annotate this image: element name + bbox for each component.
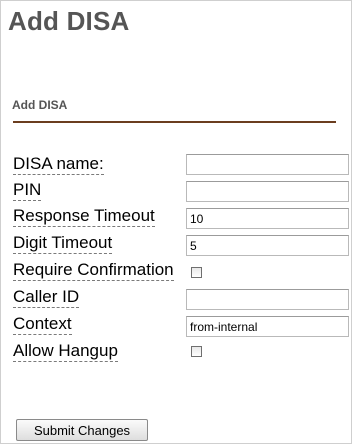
submit-changes-button[interactable]: Submit Changes	[16, 419, 148, 441]
pin-label: PIN	[13, 180, 42, 201]
section-title: Add DISA	[12, 98, 68, 112]
allow-hangup-label: Allow Hangup	[13, 341, 118, 362]
require-confirmation-checkbox[interactable]	[191, 267, 202, 278]
digit-timeout-label: Digit Timeout	[13, 233, 113, 254]
disa-name-label: DISA name:	[13, 154, 104, 175]
context-label: Context	[13, 314, 72, 335]
allow-hangup-checkbox[interactable]	[191, 346, 202, 357]
caller-id-label: Caller ID	[13, 287, 80, 308]
section-divider	[13, 121, 336, 123]
page-title: Add DISA	[8, 6, 130, 36]
caller-id-input[interactable]	[186, 289, 349, 310]
response-timeout-input[interactable]	[186, 208, 349, 229]
disa-name-input[interactable]	[186, 154, 349, 175]
require-confirmation-label: Require Confirmation	[13, 260, 174, 281]
digit-timeout-input[interactable]	[186, 235, 349, 256]
pin-input[interactable]	[186, 181, 349, 202]
response-timeout-label: Response Timeout	[13, 206, 155, 227]
context-input[interactable]	[186, 316, 349, 337]
